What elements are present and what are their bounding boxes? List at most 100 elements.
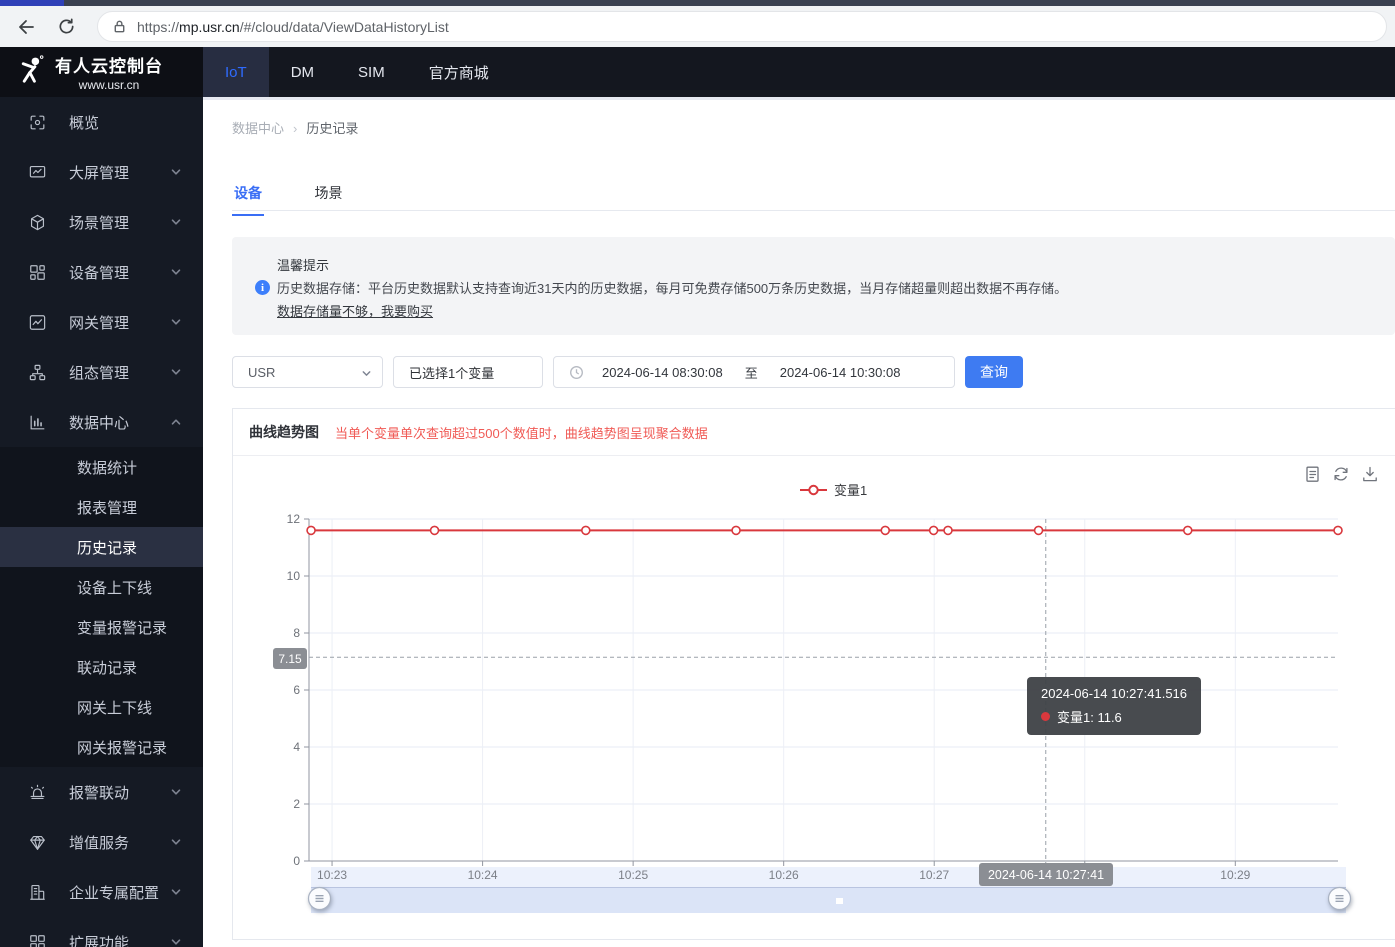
breadcrumb-separator-icon: ›	[293, 121, 297, 136]
browser-back-button[interactable]	[12, 13, 40, 41]
submenu-item-history-records[interactable]: 历史记录	[0, 527, 203, 567]
sidebar-item-label: 组态管理	[69, 362, 129, 383]
usr-person-logo-icon	[16, 54, 47, 90]
tooltip-time: 2024-06-14 10:27:41.516	[1041, 686, 1187, 701]
variable-select[interactable]: 已选择1个变量	[393, 356, 543, 388]
sidebar-item-alarm-linkage[interactable]: 报警联动	[0, 767, 203, 817]
breadcrumb-current: 历史记录	[306, 121, 358, 136]
chevron-down-icon	[170, 886, 182, 898]
chevron-down-icon	[361, 368, 372, 379]
variable-select-value: 已选择1个变量	[409, 363, 494, 382]
sidebar-item-overview[interactable]: 概览	[0, 97, 203, 147]
date-separator: 至	[745, 363, 758, 382]
top-nav: IoT DM SIM 官方商城	[203, 47, 511, 97]
sidebar-item-value-services[interactable]: 增值服务	[0, 817, 203, 867]
nav-tab-mall[interactable]: 官方商城	[407, 47, 511, 97]
gem-icon	[28, 833, 47, 852]
sidebar-item-label: 网关管理	[69, 312, 129, 333]
bar-chart-icon	[28, 413, 47, 432]
nav-tab-iot[interactable]: IoT	[203, 47, 269, 97]
site-security-lock-icon[interactable]	[112, 19, 127, 34]
sidebar-item-config-mgmt[interactable]: 组态管理	[0, 347, 203, 397]
view-tabs: 设备 场景	[232, 179, 1395, 211]
restore-icon[interactable]	[1332, 465, 1350, 483]
url-scheme: https://	[137, 19, 179, 35]
sidebar-item-scene-mgmt[interactable]: 场景管理	[0, 197, 203, 247]
notice-box: i 温馨提示 历史数据存储：平台历史数据默认支持查询近31天内的历史数据，每月可…	[232, 237, 1395, 335]
scene-cube-icon	[28, 213, 47, 232]
chevron-down-icon	[170, 266, 182, 278]
tab-device[interactable]: 设备	[232, 179, 264, 216]
svg-text:8: 8	[293, 626, 300, 640]
svg-text:0: 0	[293, 854, 300, 868]
datazoom-right-handle[interactable]	[1326, 885, 1353, 912]
svg-text:10: 10	[287, 569, 301, 583]
browser-refresh-button[interactable]	[52, 13, 80, 41]
sidebar-item-device-mgmt[interactable]: 设备管理	[0, 247, 203, 297]
sidebar-item-extensions[interactable]: 扩展功能	[0, 917, 203, 947]
brand-block[interactable]: 有人云控制台 www.usr.cn	[0, 47, 203, 97]
sidebar-item-label: 大屏管理	[69, 162, 129, 183]
submenu-item-linkage-records[interactable]: 联动记录	[0, 647, 203, 687]
breadcrumb-parent[interactable]: 数据中心	[232, 121, 284, 136]
sidebar-item-label: 增值服务	[69, 832, 129, 853]
sidebar-item-screen-mgmt[interactable]: 大屏管理	[0, 147, 203, 197]
submenu-item-report-mgmt[interactable]: 报表管理	[0, 487, 203, 527]
svg-text:12: 12	[287, 512, 301, 526]
screen: https://mp.usr.cn/#/cloud/data/ViewDataH…	[0, 0, 1395, 947]
nav-tab-dm[interactable]: DM	[269, 47, 336, 97]
submenu-item-gateway-alarm-records[interactable]: 网关报警记录	[0, 727, 203, 767]
chevron-down-icon	[170, 786, 182, 798]
sidebar-item-data-center[interactable]: 数据中心	[0, 397, 203, 447]
crosshair-x-label: 2024-06-14 10:27:41	[979, 863, 1113, 886]
trend-chart-panel: 曲线趋势图 当单个变量单次查询超过500个数值时，曲线趋势图呈现聚合数据 变量1…	[232, 408, 1395, 940]
browser-url-bar[interactable]: https://mp.usr.cn/#/cloud/data/ViewDataH…	[97, 11, 1387, 42]
overview-icon	[28, 113, 47, 132]
chevron-down-icon	[170, 836, 182, 848]
brand-text: 有人云控制台 www.usr.cn	[55, 52, 163, 92]
sidebar-item-label: 企业专属配置	[69, 882, 159, 903]
chevron-down-icon	[170, 366, 182, 378]
svg-text:10:23: 10:23	[317, 868, 347, 882]
building-icon	[28, 883, 47, 902]
info-icon: i	[255, 280, 270, 295]
svg-text:10:29: 10:29	[1220, 868, 1250, 882]
submenu-item-device-onoffline[interactable]: 设备上下线	[0, 567, 203, 607]
chevron-down-icon	[170, 216, 182, 228]
sidebar-item-gateway-mgmt[interactable]: 网关管理	[0, 297, 203, 347]
tab-scene[interactable]: 场景	[312, 179, 344, 214]
topology-icon	[28, 363, 47, 382]
datazoom-left-handle[interactable]	[306, 885, 333, 912]
legend-item-var1[interactable]: 变量1	[800, 480, 867, 499]
sidebar-item-enterprise-config[interactable]: 企业专属配置	[0, 867, 203, 917]
header-shadow	[203, 97, 1395, 100]
svg-text:10:27: 10:27	[919, 868, 949, 882]
url-domain: mp.usr.cn	[179, 19, 240, 35]
aggregation-warning: 当单个变量单次查询超过500个数值时，曲线趋势图呈现聚合数据	[335, 423, 708, 442]
url-path: /#/cloud/data/ViewDataHistoryList	[240, 19, 449, 35]
submenu-item-data-statistics[interactable]: 数据统计	[0, 447, 203, 487]
crosshair-y-label: 7.15	[273, 648, 307, 669]
sidebar-item-label: 概览	[69, 112, 99, 133]
data-view-icon[interactable]	[1303, 465, 1321, 483]
siren-icon	[28, 783, 47, 802]
chevron-up-icon	[170, 416, 182, 428]
buy-storage-link[interactable]: 数据存储量不够，我要购买	[277, 301, 433, 320]
browser-toolbar: https://mp.usr.cn/#/cloud/data/ViewDataH…	[0, 6, 1395, 47]
date-range-picker[interactable]: 2024-06-14 08:30:08 至 2024-06-14 10:30:0…	[553, 356, 955, 388]
sidebar-item-label: 场景管理	[69, 212, 129, 233]
submenu-item-variable-alarm-records[interactable]: 变量报警记录	[0, 607, 203, 647]
browser-chrome: https://mp.usr.cn/#/cloud/data/ViewDataH…	[0, 0, 1395, 47]
svg-text:6: 6	[293, 683, 300, 697]
apps-grid-icon	[28, 933, 47, 947]
query-button[interactable]: 查询	[965, 356, 1023, 388]
sidebar-item-label: 扩展功能	[69, 932, 129, 947]
nav-tab-sim[interactable]: SIM	[336, 47, 407, 97]
save-image-icon[interactable]	[1361, 465, 1379, 483]
submenu-item-gateway-onoffline[interactable]: 网关上下线	[0, 687, 203, 727]
main-content: 数据中心 › 历史记录 设备 场景 i 温馨提示 历史数据存储：平台历史数据默认支持…	[203, 97, 1395, 947]
breadcrumb: 数据中心 › 历史记录	[232, 118, 358, 137]
sidebar-item-label: 设备管理	[69, 262, 129, 283]
svg-text:4: 4	[293, 740, 300, 754]
device-select[interactable]: USR	[232, 356, 383, 388]
